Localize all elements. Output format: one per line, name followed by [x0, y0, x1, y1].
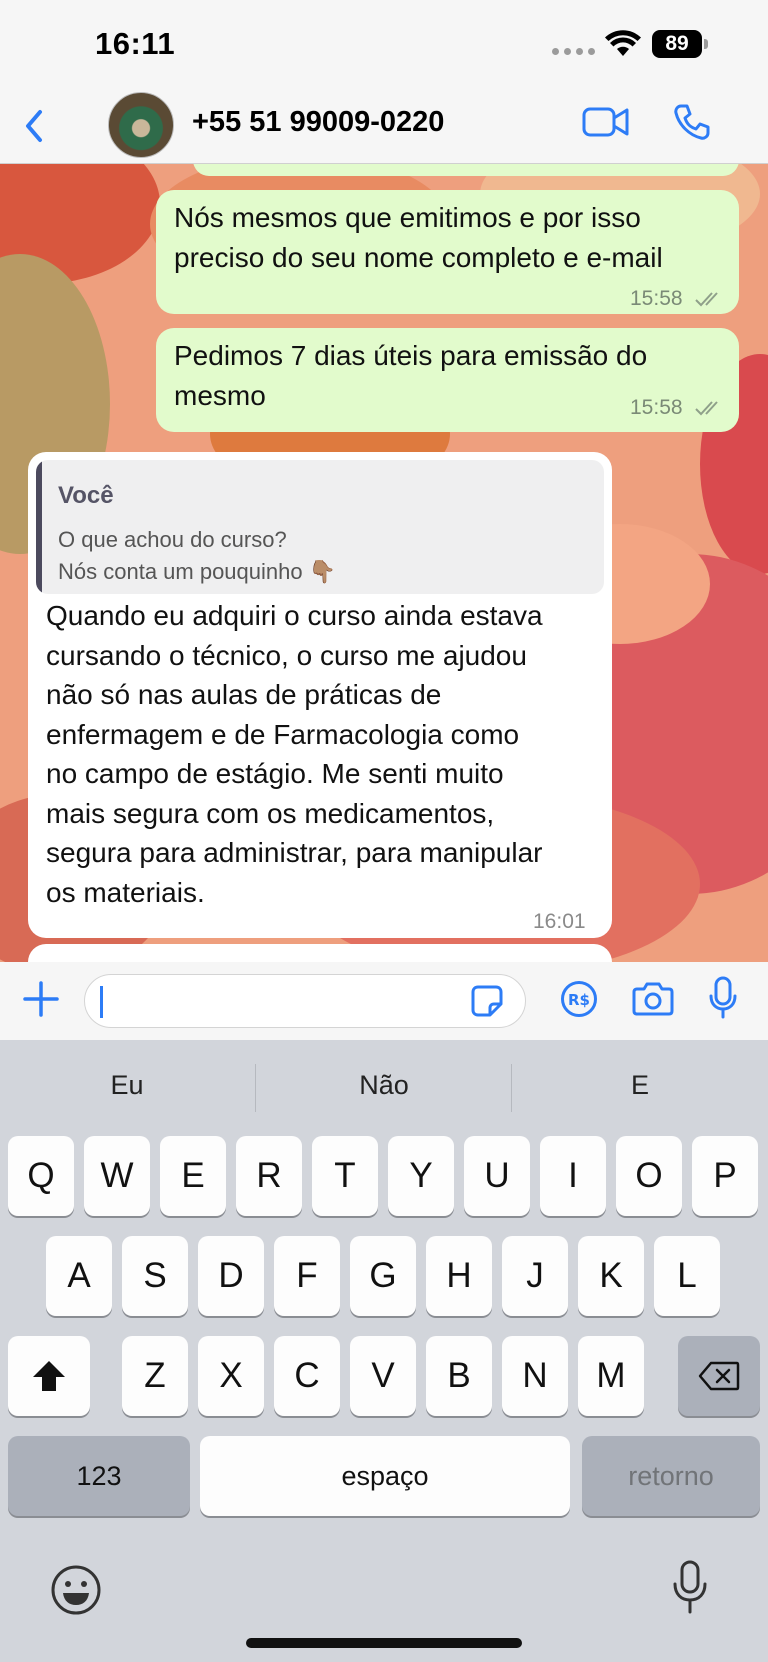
- back-icon[interactable]: [20, 106, 48, 146]
- key-s[interactable]: S: [122, 1236, 188, 1316]
- battery-level: 89: [652, 30, 702, 58]
- key-k[interactable]: K: [578, 1236, 644, 1316]
- message-text: mais segura com os medicamentos,: [46, 798, 495, 829]
- message-bubble[interactable]: Você O que achou do curso? Nós conta um …: [28, 452, 612, 938]
- space-key[interactable]: espaço: [200, 1436, 570, 1516]
- plus-icon[interactable]: [22, 980, 60, 1018]
- message-text: Pedimos 7 dias úteis para emissão do: [174, 340, 648, 371]
- home-indicator: [246, 1638, 522, 1648]
- message-text: Quando eu adquiri o curso ainda estava: [46, 600, 543, 631]
- message-text: preciso do seu nome completo e e-mail: [174, 242, 663, 273]
- key-g[interactable]: G: [350, 1236, 416, 1316]
- numbers-key[interactable]: 123: [8, 1436, 190, 1516]
- message-time-text: 15:58: [630, 287, 683, 310]
- key-j[interactable]: J: [502, 1236, 568, 1316]
- chat-area[interactable]: Nós mesmos que emitimos e por isso preci…: [0, 164, 768, 962]
- quote-bar: [36, 460, 42, 594]
- wifi-icon: [605, 30, 641, 56]
- key-h[interactable]: H: [426, 1236, 492, 1316]
- chat-header: +55 51 99009-0220: [0, 92, 768, 164]
- contact-name[interactable]: +55 51 99009-0220: [192, 106, 444, 139]
- key-y[interactable]: Y: [388, 1136, 454, 1216]
- message-bubble-partial[interactable]: [193, 164, 739, 176]
- pix-icon[interactable]: R$: [560, 980, 598, 1018]
- message-text: mesmo: [174, 380, 266, 411]
- key-w[interactable]: W: [84, 1136, 150, 1216]
- camera-icon[interactable]: [632, 980, 674, 1016]
- message-time: 15:58: [630, 388, 724, 428]
- key-q[interactable]: Q: [8, 1136, 74, 1216]
- prediction-suggestion[interactable]: Não: [257, 1070, 511, 1101]
- keyboard: Eu Não E Q W E R T Y U I O P A S D F G H…: [0, 1040, 768, 1662]
- sticker-icon[interactable]: [470, 984, 504, 1018]
- quote-author: Você: [58, 482, 114, 509]
- svg-text:R$: R$: [568, 991, 590, 1009]
- message-text: não só nas aulas de práticas de: [46, 679, 442, 710]
- phone-call-icon[interactable]: [672, 102, 712, 142]
- quoted-message[interactable]: Você O que achou do curso? Nós conta um …: [36, 460, 604, 594]
- message-time-text: 15:58: [630, 396, 683, 419]
- predictive-text-bar: Eu Não E: [0, 1040, 768, 1134]
- prediction-divider: [255, 1064, 256, 1112]
- message-text: Nós mesmos que emitimos e por isso: [174, 202, 641, 233]
- key-e[interactable]: E: [160, 1136, 226, 1216]
- key-a[interactable]: A: [46, 1236, 112, 1316]
- message-text: segura para administrar, para manipular: [46, 837, 543, 868]
- key-d[interactable]: D: [198, 1236, 264, 1316]
- prediction-suggestion[interactable]: Eu: [0, 1070, 254, 1101]
- key-f[interactable]: F: [274, 1236, 340, 1316]
- key-u[interactable]: U: [464, 1136, 530, 1216]
- status-time: 16:11: [95, 26, 176, 61]
- message-text: no campo de estágio. Me senti muito: [46, 758, 504, 789]
- microphone-icon[interactable]: [708, 976, 738, 1020]
- key-x[interactable]: X: [198, 1336, 264, 1416]
- avatar[interactable]: [108, 92, 174, 158]
- key-m[interactable]: M: [578, 1336, 644, 1416]
- message-input[interactable]: [84, 974, 526, 1028]
- message-text: enfermagem e de Farmacologia como: [46, 719, 520, 750]
- video-call-icon[interactable]: [582, 104, 630, 140]
- shift-icon: [33, 1361, 65, 1391]
- dictation-icon[interactable]: [672, 1560, 708, 1616]
- message-input-bar: R$: [0, 962, 768, 1040]
- signal-icon: [552, 48, 595, 55]
- status-bar: 16:11 89: [0, 0, 768, 92]
- key-b[interactable]: B: [426, 1336, 492, 1416]
- read-checkmarks-icon: [695, 401, 719, 416]
- key-c[interactable]: C: [274, 1336, 340, 1416]
- delete-key[interactable]: [678, 1336, 760, 1416]
- prediction-suggestion[interactable]: E: [513, 1070, 767, 1101]
- key-z[interactable]: Z: [122, 1336, 188, 1416]
- message-text: os materiais.: [46, 877, 205, 908]
- quote-text: Nós conta um pouquinho 👇🏽: [58, 559, 337, 584]
- emoji-icon[interactable]: [50, 1564, 102, 1616]
- key-t[interactable]: T: [312, 1136, 378, 1216]
- key-p[interactable]: P: [692, 1136, 758, 1216]
- prediction-divider: [511, 1064, 512, 1112]
- message-time: 15:58: [630, 279, 724, 319]
- key-i[interactable]: I: [540, 1136, 606, 1216]
- key-l[interactable]: L: [654, 1236, 720, 1316]
- key-r[interactable]: R: [236, 1136, 302, 1216]
- read-checkmarks-icon: [695, 292, 719, 307]
- message-text: cursando o técnico, o curso me ajudou: [46, 640, 527, 671]
- delete-icon: [698, 1361, 740, 1391]
- battery-tip: [704, 39, 708, 49]
- message-bubble[interactable]: Nós mesmos que emitimos e por isso preci…: [156, 190, 739, 314]
- shift-key[interactable]: [8, 1336, 90, 1416]
- key-v[interactable]: V: [350, 1336, 416, 1416]
- text-cursor: [100, 986, 103, 1018]
- key-n[interactable]: N: [502, 1336, 568, 1416]
- message-bubble[interactable]: Pedimos 7 dias úteis para emissão do mes…: [156, 328, 739, 432]
- message-bubble-partial[interactable]: [28, 944, 612, 962]
- key-o[interactable]: O: [616, 1136, 682, 1216]
- message-time: 16:01: [533, 910, 586, 933]
- return-key[interactable]: retorno: [582, 1436, 760, 1516]
